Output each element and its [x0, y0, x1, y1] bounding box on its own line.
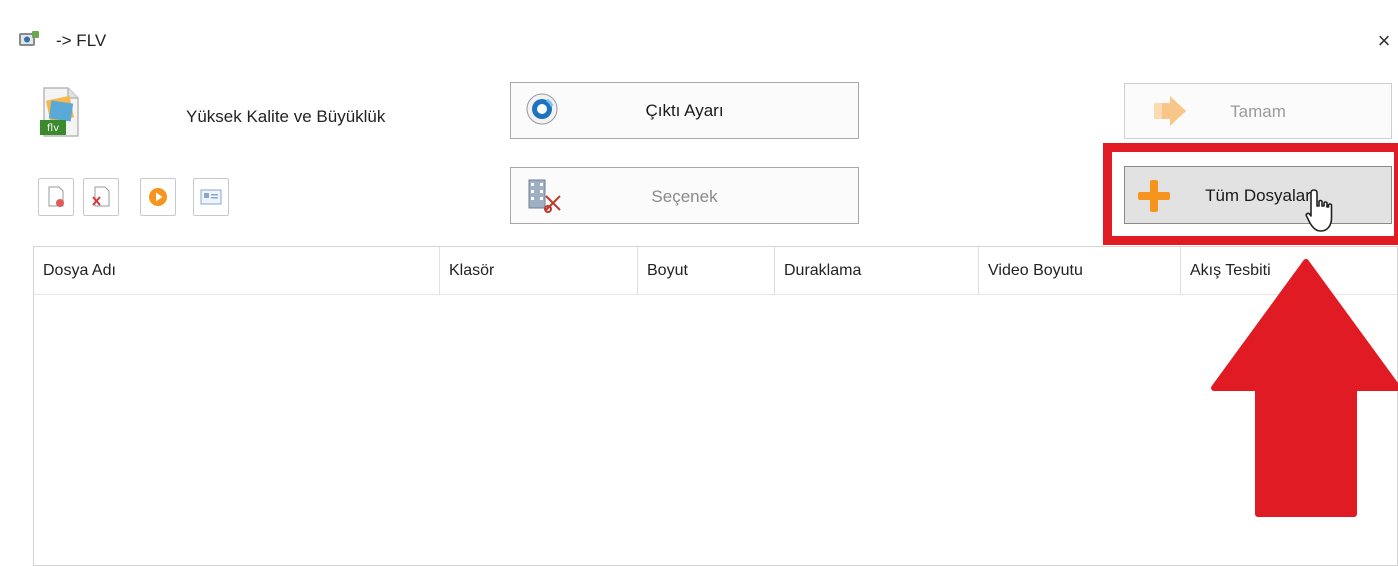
output-settings-label: Çıktı Ayarı: [645, 101, 724, 120]
column-header-size[interactable]: Boyut: [638, 247, 775, 295]
ok-label: Tamam: [1230, 102, 1286, 121]
flv-file-icon: flv: [36, 86, 84, 142]
remove-file-icon: [92, 186, 110, 207]
svg-text:flv: flv: [47, 123, 59, 134]
remove-file-button[interactable]: [83, 178, 119, 216]
column-header-video-size[interactable]: Video Boyutu: [979, 247, 1181, 295]
profile-label: Yüksek Kalite ve Büyüklük: [186, 107, 386, 126]
column-header-filename[interactable]: Dosya Adı: [34, 247, 440, 295]
options-label: Seçenek: [651, 187, 718, 206]
annotation-arrow: [1210, 258, 1398, 520]
ok-button[interactable]: Tamam: [1124, 83, 1392, 139]
file-list-table[interactable]: Dosya Adı Klasör Boyut Duraklama Video B…: [33, 246, 1398, 566]
highlight-box: [1103, 143, 1398, 245]
media-info-icon: [200, 189, 222, 205]
add-file-button[interactable]: [38, 178, 74, 216]
options-button[interactable]: Seçenek: [510, 167, 859, 224]
window-title: -> FLV: [56, 31, 107, 50]
play-button[interactable]: [140, 178, 176, 216]
column-header-duration[interactable]: Duraklama: [775, 247, 979, 295]
app-icon: [18, 30, 40, 50]
media-info-button[interactable]: [193, 178, 229, 216]
table-header: Dosya Adı Klasör Boyut Duraklama Video B…: [34, 247, 1397, 295]
close-button[interactable]: ×: [1372, 28, 1396, 54]
add-file-icon: [48, 186, 64, 207]
play-icon: [149, 188, 167, 206]
mouse-pointer-icon: [1305, 188, 1333, 234]
output-settings-button[interactable]: Çıktı Ayarı: [510, 82, 859, 139]
column-header-folder[interactable]: Klasör: [440, 247, 638, 295]
